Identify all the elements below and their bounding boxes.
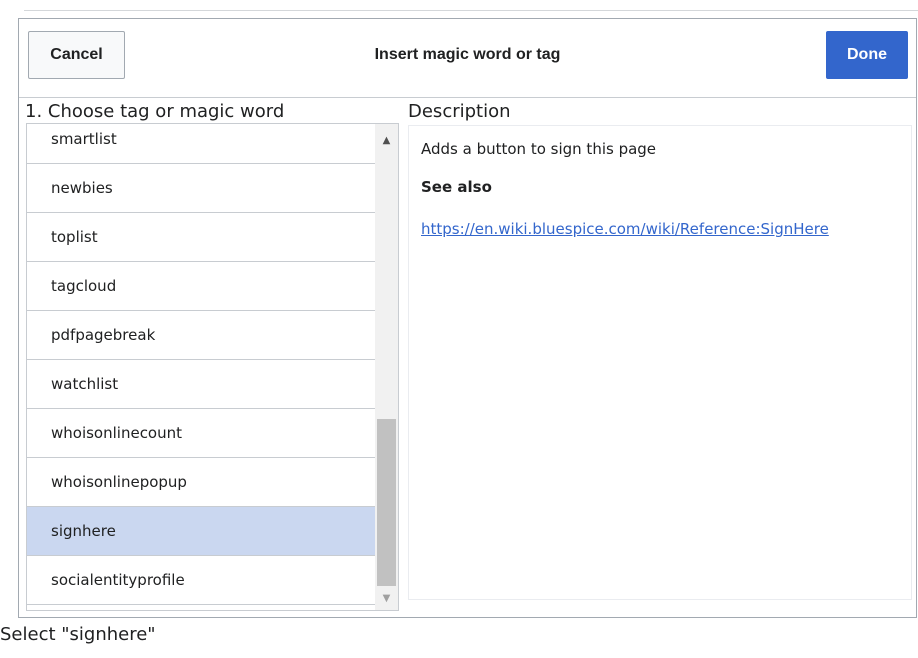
list-item-toplist[interactable]: toplist [27,213,375,262]
list-item-tagcloud[interactable]: tagcloud [27,262,375,311]
list-item-label: socialentityprofile [51,571,185,589]
list-item-label: pdfpagebreak [51,326,156,344]
list-item-label: whoisonlinepopup [51,473,187,491]
list-item-smartlist[interactable]: smartlist [27,124,375,164]
list-item-label: newbies [51,179,113,197]
list-item-label: tagcloud [51,277,117,295]
list-item-label: toplist [51,228,98,246]
choose-tag-heading: 1. Choose tag or magic word [25,101,285,122]
reference-link[interactable]: https://en.wiki.bluespice.com/wiki/Refer… [421,220,829,238]
list-item-whoisonlinecount[interactable]: whoisonlinecount [27,409,375,458]
description-box: Adds a button to sign this page See also… [408,125,912,600]
tag-list[interactable]: smartlist newbies toplist tagcloud pdfpagebr… [27,124,375,610]
list-item-signhere[interactable]: signhere [27,507,375,556]
list-item-newbies[interactable]: newbies [27,164,375,213]
step-caption: Select "signhere" [0,624,156,645]
list-item-socialentityprofile[interactable]: socialentityprofile [27,556,375,605]
see-also-label: See also [421,178,492,196]
list-item-pdfpagebreak[interactable]: pdfpagebreak [27,311,375,360]
list-scrollbar[interactable]: ▲ ▼ [375,124,398,610]
dialog-title: Insert magic word or tag [374,46,561,63]
done-button[interactable]: Done [826,31,908,79]
dialog-header: Cancel Insert magic word or tag Done [19,19,916,98]
list-item-label: whoisonlinecount [51,424,183,442]
description-heading: Description [408,101,511,122]
tag-list-box: smartlist newbies toplist tagcloud pdfpagebr… [26,123,399,611]
top-divider [24,10,918,11]
list-item-label: signhere [51,522,116,540]
description-text: Adds a button to sign this page [421,140,657,158]
list-item-watchlist[interactable]: watchlist [27,360,375,409]
list-item-whoisonlinepopup[interactable]: whoisonlinepopup [27,458,375,507]
scrollbar-thumb[interactable] [377,419,396,586]
list-item-label: smartlist [51,130,117,148]
scroll-up-arrow-icon[interactable]: ▲ [375,130,398,150]
insert-magic-word-dialog: Cancel Insert magic word or tag Done 1. … [18,18,917,618]
scroll-down-arrow-icon[interactable]: ▼ [375,588,398,608]
list-item-label: watchlist [51,375,119,393]
